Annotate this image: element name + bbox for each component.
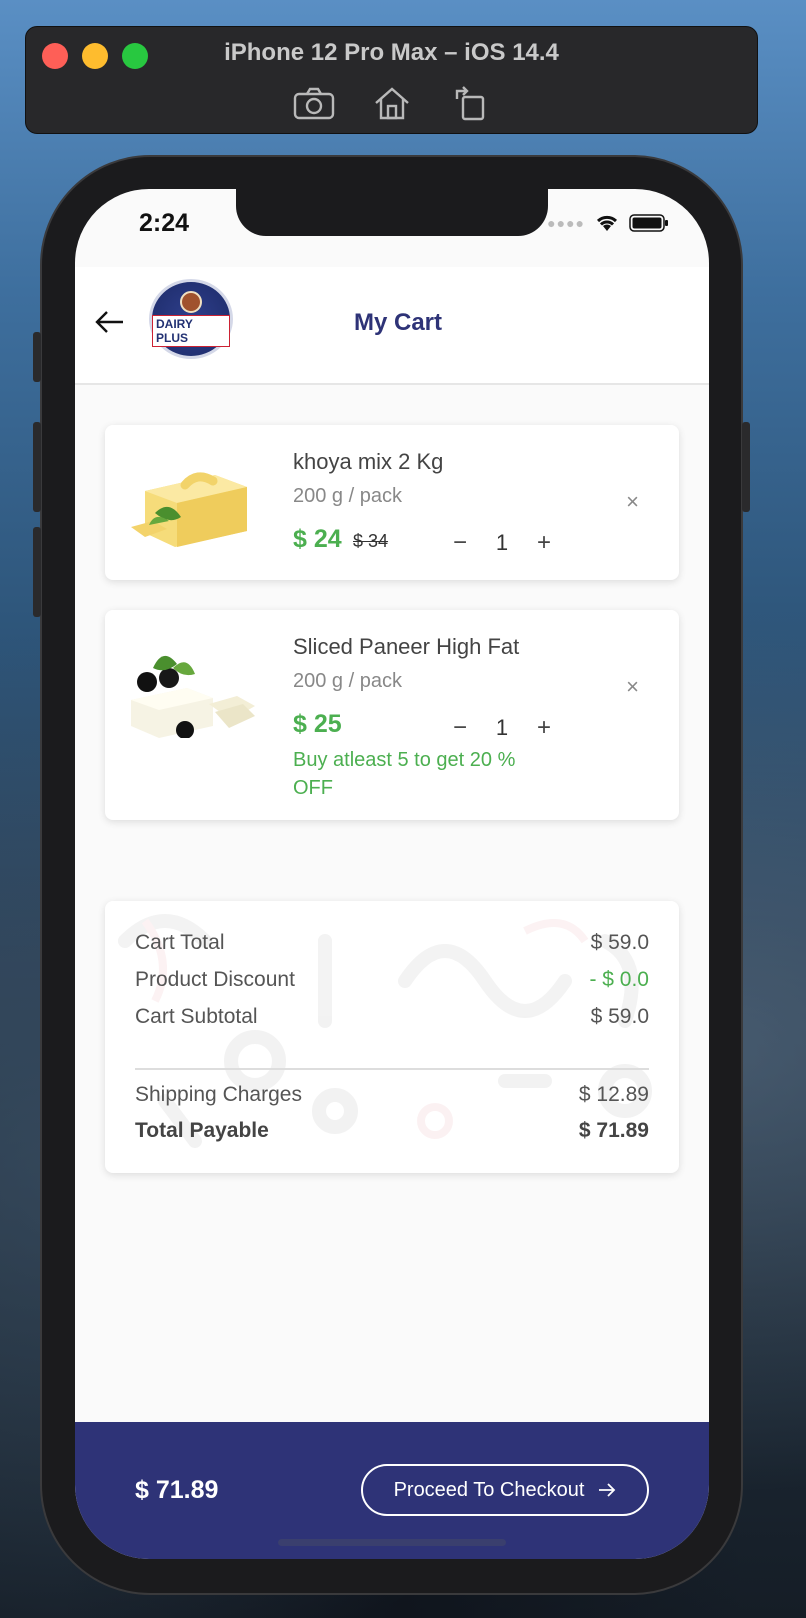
product-price: $ 25 [293, 710, 342, 738]
discount-label: Product Discount [135, 968, 295, 991]
home-icon [374, 87, 409, 120]
battery-icon [629, 214, 668, 232]
total-payable-value: $ 71.89 [578, 1119, 649, 1142]
volume-up-button [33, 422, 41, 512]
arrow-right-icon [599, 1483, 616, 1497]
offer-text: Buy atleast 5 to get 20 % OFF [293, 749, 516, 799]
rotate-button[interactable] [448, 83, 492, 123]
home-indicator[interactable] [278, 1539, 506, 1546]
signal-icon: ●●●● [547, 215, 585, 231]
subtotal-row: Cart Subtotal $ 59.0 [135, 1005, 649, 1029]
rotate-icon [455, 86, 484, 121]
total-payable-label: Total Payable [135, 1119, 269, 1142]
product-unit: 200 g / pack [293, 485, 402, 507]
qty-value: 1 [495, 530, 509, 555]
page-title: My Cart [353, 309, 443, 336]
paneer-product-image [131, 655, 255, 738]
discount-row: Product Discount - $ 0.0 [135, 968, 649, 992]
decrease-qty-button[interactable]: − [445, 714, 475, 742]
subtotal-label: Cart Subtotal [135, 1005, 258, 1028]
total-payable-row: Total Payable $ 71.89 [135, 1119, 649, 1143]
product-name: Sliced Paneer High Fat [293, 634, 520, 659]
volume-down-button [33, 527, 41, 617]
home-button[interactable] [370, 83, 414, 123]
app-header: DAIRY PLUS My Cart [75, 267, 709, 385]
simulator-toolbar: iPhone 12 Pro Max – iOS 14.4 [25, 26, 758, 134]
status-icons: ●●●● [547, 213, 669, 233]
mute-switch [33, 332, 41, 382]
increase-qty-button[interactable]: + [529, 529, 559, 557]
app-screen: 2:24 ●●●● DAIRY PLUS My Cart khoya mix 2… [75, 189, 709, 1559]
decrease-qty-button[interactable]: − [445, 529, 475, 557]
cart-item: Sliced Paneer High Fat 200 g / pack $ 25… [105, 610, 679, 820]
cart-total-value: $ 59.0 [590, 931, 649, 954]
power-button [742, 422, 750, 512]
screenshot-button[interactable] [292, 83, 336, 123]
product-name: khoya mix 2 Kg [293, 449, 444, 474]
quantity-stepper: − 1 + [445, 529, 559, 557]
quantity-stepper: − 1 + [445, 714, 559, 742]
checkout-label: Proceed To Checkout [393, 1478, 585, 1501]
qty-value: 1 [495, 715, 509, 740]
simulator-title: iPhone 12 Pro Max – iOS 14.4 [224, 39, 559, 66]
increase-qty-button[interactable]: + [529, 714, 559, 742]
wifi-icon [596, 215, 618, 231]
remove-item-button[interactable]: × [626, 489, 639, 515]
camera-icon [293, 87, 334, 120]
proceed-to-checkout-button[interactable]: Proceed To Checkout [361, 1464, 649, 1516]
butter-product-image [131, 472, 247, 547]
discount-value: - $ 0.0 [589, 968, 649, 991]
remove-item-button[interactable]: × [626, 674, 639, 700]
product-old-price: $ 34 [353, 531, 389, 551]
shipping-value: $ 12.89 [578, 1083, 649, 1106]
product-price: $ 24 [293, 525, 342, 553]
status-time: 2:24 [139, 209, 190, 237]
checkout-total: $ 71.89 [135, 1476, 219, 1504]
shipping-row: Shipping Charges $ 12.89 [135, 1083, 649, 1107]
cart-item: khoya mix 2 Kg 200 g / pack $ 24 $ 34 × … [105, 425, 679, 580]
cart-total-row: Cart Total $ 59.0 [135, 931, 649, 955]
summary-divider [135, 1068, 649, 1070]
cart-total-label: Cart Total [135, 931, 225, 954]
price-summary-card: Cart Total $ 59.0 Product Discount - $ 0… [105, 901, 679, 1173]
notch [236, 189, 548, 236]
subtotal-value: $ 59.0 [590, 1005, 649, 1028]
shipping-label: Shipping Charges [135, 1083, 302, 1106]
product-unit: 200 g / pack [293, 670, 402, 692]
